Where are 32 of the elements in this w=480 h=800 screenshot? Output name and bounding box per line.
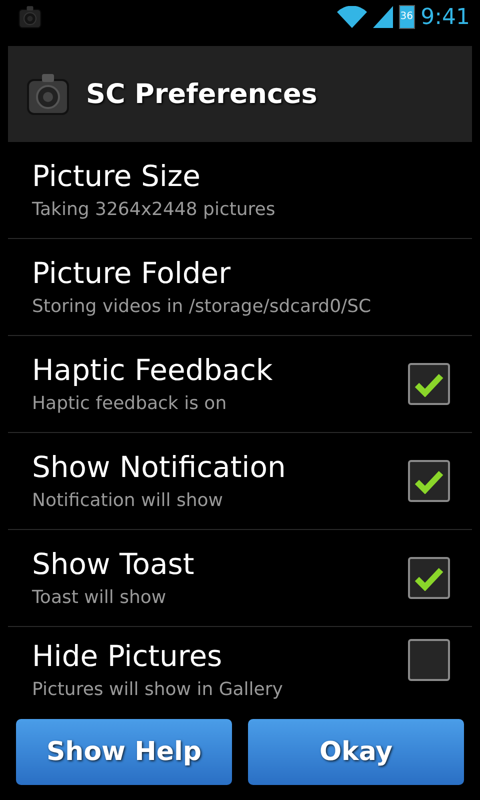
preference-row[interactable]: Show Notification Notification will show [8, 433, 472, 530]
checkbox[interactable] [408, 460, 450, 502]
preference-row[interactable]: Picture Folder Storing videos in /storage/sdcard0/SC [8, 239, 472, 336]
preference-title: Haptic Feedback [32, 353, 274, 387]
preference-summary: Notification will show [32, 490, 224, 512]
preference-row[interactable]: Picture Size Taking 3264x2448 pictures [8, 142, 472, 239]
app-title: SC Preferences [86, 78, 318, 110]
preference-row[interactable]: Show Toast Toast will show [8, 530, 472, 627]
preference-summary: Taking 3264x2448 pictures [32, 199, 276, 221]
dialog-button[interactable]: Okay [248, 719, 464, 785]
check-icon [414, 371, 444, 397]
preference-summary: Storing videos in /storage/sdcard0/SC [32, 296, 372, 318]
preference-row[interactable]: Hide Pictures Pictures will show in Gallery [8, 627, 472, 713]
preference-title: Show Notification [32, 450, 287, 484]
preference-title: Picture Folder [32, 256, 232, 290]
preference-summary: Haptic feedback is on [32, 393, 228, 415]
battery-icon: 36 [398, 5, 415, 29]
check-icon [414, 565, 444, 591]
wifi-icon [336, 6, 367, 28]
check-icon [414, 468, 444, 494]
checkbox[interactable] [408, 557, 450, 599]
preference-title: Picture Size [32, 159, 202, 193]
preference-row[interactable]: Haptic Feedback Haptic feedback is on [8, 336, 472, 433]
checkbox[interactable] [408, 363, 450, 405]
notification-camera-icon [16, 4, 44, 30]
preference-title: Hide Pictures [32, 639, 224, 673]
preference-title: Show Toast [32, 547, 196, 581]
preference-summary: Pictures will show in Gallery [32, 679, 284, 701]
dialog-button[interactable]: Show Help [16, 719, 232, 785]
clock-time: 9:41 [420, 4, 470, 30]
signal-icon [372, 6, 393, 28]
preference-summary: Toast will show [32, 587, 168, 609]
